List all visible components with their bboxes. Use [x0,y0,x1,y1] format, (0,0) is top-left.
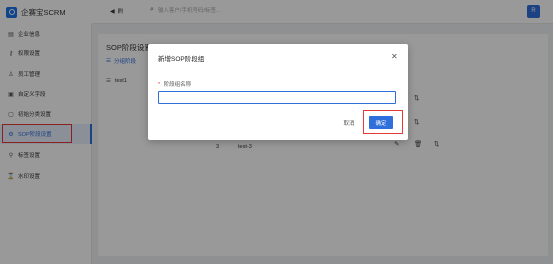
stage-group-name-input[interactable] [158,91,396,104]
cancel-button[interactable]: 取消 [338,116,360,129]
close-icon[interactable]: ✕ [391,52,398,61]
dialog-title: 新增SOP阶段组 [158,56,205,63]
required-mark: * [158,82,161,88]
confirm-annotation-box [363,110,403,134]
field-label: * 阶段组名称 [158,80,191,88]
field-label-text: 阶段组名称 [163,82,192,88]
